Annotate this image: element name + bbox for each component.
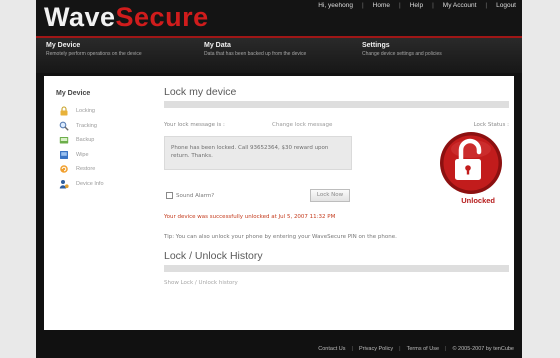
footer-separator: | <box>351 346 353 352</box>
header: WaveSecure Hi, yeehong | Home | Help | M… <box>36 0 522 36</box>
wipe-icon <box>60 150 68 159</box>
magnifier-icon <box>59 121 69 131</box>
logo-secure-text: Secure <box>115 2 209 32</box>
sidebar-item-label: Backup <box>76 137 95 144</box>
help-link[interactable]: Help <box>410 2 423 9</box>
main-menu: My Device Remotely perform operations on… <box>36 38 522 73</box>
wavesecure-logo[interactable]: WaveSecure <box>44 2 209 33</box>
section-bar <box>164 101 509 108</box>
sidebar: My Device Locking Tracking Backup Wipe R… <box>56 90 156 191</box>
nav-separator: | <box>485 2 488 9</box>
sidebar-item-device-info[interactable]: Device Info <box>56 177 156 192</box>
privacy-policy-link[interactable]: Privacy Policy <box>359 346 393 352</box>
logo-wave-text: Wave <box>44 2 116 32</box>
lock-now-button[interactable]: Lock Now <box>310 189 350 202</box>
nav-separator: | <box>399 2 401 9</box>
menu-settings[interactable]: Settings Change device settings and poli… <box>352 38 510 73</box>
contact-us-link[interactable]: Contact Us <box>318 346 345 352</box>
sidebar-item-backup[interactable]: Backup <box>56 133 156 148</box>
sidebar-item-locking[interactable]: Locking <box>56 104 156 119</box>
footer-separator: | <box>445 346 447 352</box>
unlock-success-message: Your device was successfully unlocked at… <box>164 214 336 220</box>
show-history-link[interactable]: Show Lock / Unlock history <box>164 280 238 286</box>
lock-status-label: Lock Status : <box>473 122 509 128</box>
menu-title: Settings <box>362 42 390 49</box>
backup-icon <box>59 137 69 144</box>
sound-alarm-checkbox[interactable]: Sound Alarm? <box>166 192 214 199</box>
alarm-label: Sound Alarm? <box>176 192 215 199</box>
footer-separator: | <box>399 346 401 352</box>
history-section: Lock / Unlock History <box>164 250 509 272</box>
sidebar-title: My Device <box>56 90 91 97</box>
my-account-link[interactable]: My Account <box>443 2 477 9</box>
menu-description: Remotely perform operations on the devic… <box>46 51 142 57</box>
copyright-text: © 2005-2007 by tenCube <box>452 346 514 352</box>
lock-section-title: Lock my device <box>164 86 237 98</box>
lock-status-value: Unlocked <box>461 196 495 205</box>
home-link[interactable]: Home <box>373 2 390 9</box>
footer: Contact Us | Privacy Policy | Terms of U… <box>36 340 522 358</box>
lock-message-box: Phone has been locked. Call 93652364, $3… <box>164 136 352 170</box>
sidebar-item-label: Tracking <box>76 122 97 129</box>
restore-icon <box>60 165 68 174</box>
menu-title: My Data <box>204 42 231 49</box>
app-window: WaveSecure Hi, yeehong | Home | Help | M… <box>36 0 522 358</box>
menu-my-device[interactable]: My Device Remotely perform operations on… <box>36 38 194 73</box>
change-lock-message-link[interactable]: Change lock message <box>272 122 332 128</box>
nav-separator: | <box>432 2 434 9</box>
greeting-link[interactable]: Hi, yeehong <box>318 2 353 9</box>
sidebar-item-label: Device Info <box>76 180 104 187</box>
device-info-icon <box>59 179 69 189</box>
alarm-checkbox-box[interactable] <box>166 192 173 199</box>
menu-title: My Device <box>46 42 81 49</box>
sidebar-item-restore[interactable]: Restore <box>56 162 156 177</box>
lock-panel: Lock my device Your lock message is : Ch… <box>164 86 509 286</box>
sidebar-item-label: Locking <box>76 108 95 115</box>
sidebar-item-wipe[interactable]: Wipe <box>56 148 156 163</box>
unlocked-padlock-icon[interactable] <box>439 131 503 195</box>
lock-icon <box>60 106 68 116</box>
sidebar-item-label: Wipe <box>76 151 89 158</box>
logout-link[interactable]: Logout <box>496 2 516 9</box>
sidebar-item-tracking[interactable]: Tracking <box>56 119 156 134</box>
top-nav: Hi, yeehong | Home | Help | My Account |… <box>318 2 516 9</box>
menu-description: Change device settings and policies <box>362 51 442 57</box>
history-section-title: Lock / Unlock History <box>164 250 263 262</box>
lock-message-label: Your lock message is : <box>164 122 225 128</box>
section-bar <box>164 265 509 272</box>
menu-description: Data that has been backed up from the de… <box>204 51 307 57</box>
terms-of-use-link[interactable]: Terms of Use <box>407 346 439 352</box>
nav-separator: | <box>361 2 364 9</box>
content-panel: My Device Locking Tracking Backup Wipe R… <box>44 76 514 330</box>
unlock-tip: Tip: You can also unlock your phone by e… <box>164 234 397 240</box>
sidebar-item-label: Restore <box>76 166 96 173</box>
menu-my-data[interactable]: My Data Data that has been backed up fro… <box>194 38 352 73</box>
